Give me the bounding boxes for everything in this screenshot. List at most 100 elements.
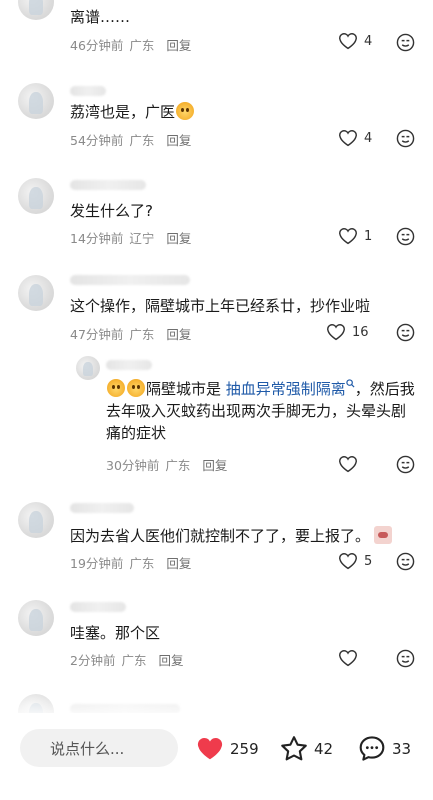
like-button[interactable]: 4 [338, 32, 372, 50]
heart-outline-icon [339, 130, 357, 147]
reply-text-prefix: 隔壁城市是 [146, 380, 226, 398]
like-count: 1 [364, 228, 373, 244]
comment-location: 广东 [129, 133, 155, 148]
favorite-count: 42 [314, 739, 334, 758]
comment-text-content: 荔湾也是，广医 [70, 103, 176, 121]
reply-button[interactable]: 回复 [166, 556, 191, 571]
like-count: 5 [364, 553, 373, 569]
comment-location: 广东 [129, 327, 155, 342]
emoji-face-icon [396, 455, 415, 474]
comment-time: 47分钟前 [70, 327, 124, 342]
reply-button[interactable]: 回复 [202, 458, 227, 473]
comment-meta: 47分钟前 广东 回复 [70, 324, 197, 343]
heart-outline-icon [327, 324, 345, 341]
comment-time: 30分钟前 [106, 458, 160, 473]
heart-outline-icon [339, 456, 357, 473]
like-button[interactable] [338, 649, 358, 667]
like-button[interactable]: 5 [338, 552, 372, 570]
sticker-emoji-icon [127, 379, 145, 397]
emoji-react-button[interactable] [396, 455, 415, 474]
emoji-face-icon [396, 552, 415, 571]
sticker-emoji-icon [176, 102, 195, 120]
comment-time: 2分钟前 [70, 653, 116, 668]
comment-location: 广东 [165, 458, 191, 473]
comment-meta: 54分钟前 广东 回复 [70, 130, 197, 149]
emoji-react-button[interactable] [396, 33, 415, 52]
reply-button[interactable]: 回复 [158, 653, 183, 668]
avatar[interactable] [76, 356, 100, 380]
username-blurred [70, 602, 126, 612]
comment-text: 发生什么了? [70, 202, 153, 220]
emoji-face-icon [396, 129, 415, 148]
heart-filled-icon [197, 738, 223, 760]
emoji-react-button[interactable] [396, 323, 415, 342]
heart-outline-icon [339, 553, 357, 570]
comment-location: 广东 [121, 653, 147, 668]
comment-input[interactable]: 说点什么... [20, 729, 178, 767]
bottom-action-bar: 说点什么... 259 42 33 [0, 713, 433, 785]
comment-text: 哇塞。那个区 [70, 624, 161, 642]
comment-time: 54分钟前 [70, 133, 124, 148]
comment-location: 广东 [129, 556, 155, 571]
comment-meta: 46分钟前 广东 回复 [70, 35, 197, 54]
reply-button[interactable]: 回复 [166, 38, 191, 53]
like-post-count: 259 [230, 739, 259, 758]
search-icon [346, 379, 355, 388]
username-blurred [70, 180, 146, 190]
comment-location: 辽宁 [129, 231, 155, 246]
comment-time: 19分钟前 [70, 556, 124, 571]
comment-text: 离谱…… [70, 8, 131, 26]
chat-bubble-icon [359, 736, 385, 761]
favorite-button[interactable]: 42 [280, 735, 333, 762]
comment-meta: 30分钟前 广东 回复 [106, 455, 233, 474]
star-outline-icon [281, 736, 307, 761]
heart-outline-icon [339, 228, 357, 245]
comment-time: 14分钟前 [70, 231, 124, 246]
comment-text: 这个操作，隔壁城市上年已经系廿，抄作业啦 [70, 297, 371, 315]
avatar[interactable] [18, 600, 54, 636]
emoji-face-icon [396, 227, 415, 246]
reply-button[interactable]: 回复 [166, 327, 191, 342]
comment-time: 46分钟前 [70, 38, 124, 53]
emoji-face-icon [396, 649, 415, 668]
comment-text: 荔湾也是，广医 [70, 101, 195, 123]
avatar[interactable] [18, 83, 54, 119]
reply-text: 隔壁城市是 抽血异常强制隔离 ，然后我去年吸入灭蚊药出现两次手脚无力，头晕头剧痛的… [106, 378, 416, 444]
reply-button[interactable]: 回复 [166, 133, 191, 148]
username-blurred [70, 275, 190, 285]
comment-input-placeholder: 说点什么... [50, 739, 125, 758]
like-post-button[interactable]: 259 [196, 736, 259, 761]
comment-meta: 2分钟前 广东 回复 [70, 650, 189, 669]
emoji-react-button[interactable] [396, 129, 415, 148]
sticker-emoji-icon [107, 379, 125, 397]
username-blurred [106, 360, 152, 370]
emoji-react-button[interactable] [396, 227, 415, 246]
comments-count: 33 [392, 739, 412, 758]
topic-link[interactable]: 抽血异常强制隔离 [226, 380, 346, 398]
like-button[interactable] [338, 455, 358, 473]
like-count: 4 [364, 130, 373, 146]
like-count: 4 [364, 33, 373, 49]
comment-location: 广东 [129, 38, 155, 53]
comments-button[interactable]: 33 [358, 735, 411, 762]
avatar[interactable] [18, 178, 54, 214]
avatar[interactable] [18, 0, 54, 20]
emoji-react-button[interactable] [396, 649, 415, 668]
comment-meta: 14分钟前 辽宁 回复 [70, 228, 197, 247]
avatar[interactable] [18, 502, 54, 538]
avatar[interactable] [18, 275, 54, 311]
like-button[interactable]: 4 [338, 129, 372, 147]
emoji-face-icon [396, 323, 415, 342]
emoji-face-icon [396, 33, 415, 52]
username-blurred [70, 503, 134, 513]
reply-button[interactable]: 回复 [166, 231, 191, 246]
sticker-cat-icon [374, 526, 393, 544]
like-count: 16 [352, 324, 369, 340]
emoji-react-button[interactable] [396, 552, 415, 571]
like-button[interactable]: 16 [326, 323, 369, 341]
username-blurred [70, 86, 106, 96]
like-button[interactable]: 1 [338, 227, 372, 245]
heart-outline-icon [339, 650, 357, 667]
comment-text: 因为去省人医他们就控制不了了，要上报了。 [70, 525, 393, 547]
heart-outline-icon [339, 33, 357, 50]
